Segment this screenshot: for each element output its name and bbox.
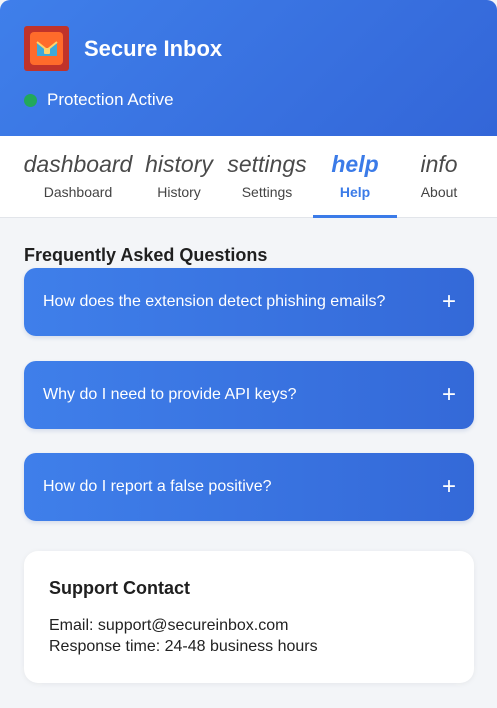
support-email: Email: support@secureinbox.com: [49, 617, 289, 634]
faq-question: How does the extension detect phishing e…: [43, 293, 386, 310]
plus-icon[interactable]: +: [442, 475, 456, 499]
tab-label: Help: [339, 184, 371, 200]
faq-question: How do I report a false positive?: [43, 478, 272, 495]
tab-settings[interactable]: settings Settings: [224, 136, 310, 218]
tab-dashboard[interactable]: dashboard Dashboard: [20, 136, 136, 218]
tab-help[interactable]: help Help: [313, 136, 397, 218]
history-icon: history: [145, 151, 213, 177]
info-icon: info: [420, 151, 458, 177]
faq-heading: Frequently Asked Questions: [24, 245, 268, 265]
help-icon: help: [331, 151, 379, 177]
support-response-time: Response time: 24-48 business hours: [49, 638, 318, 655]
dashboard-icon: dashboard: [23, 151, 133, 177]
settings-icon: settings: [227, 151, 307, 177]
tab-label: History: [157, 184, 201, 200]
tab-label: Dashboard: [43, 184, 113, 200]
tab-bar: dashboard Dashboard history History sett…: [0, 136, 497, 218]
tab-label: Settings: [241, 184, 293, 200]
app-header: Secure Inbox Protection Active: [0, 0, 497, 136]
status-text: Protection Active: [47, 90, 174, 109]
support-title: Support Contact: [49, 578, 190, 598]
faq-item[interactable]: Why do I need to provide API keys? +: [24, 361, 474, 429]
plus-icon[interactable]: +: [442, 383, 456, 407]
faq-item[interactable]: How do I report a false positive? +: [24, 453, 474, 521]
app-title: Secure Inbox: [84, 36, 223, 61]
support-contact-card: Support Contact Email: support@secureinb…: [24, 551, 474, 683]
tab-about[interactable]: info About: [404, 136, 474, 218]
plus-icon[interactable]: +: [442, 290, 456, 314]
faq-question: Why do I need to provide API keys?: [43, 386, 297, 403]
envelope-shield-icon: [30, 32, 63, 65]
status-indicator-dot: [24, 93, 37, 107]
protection-status: Protection Active: [24, 90, 174, 110]
tab-label: About: [420, 184, 458, 200]
tab-history[interactable]: history History: [140, 136, 218, 218]
app-logo: [24, 26, 69, 71]
faq-item[interactable]: How does the extension detect phishing e…: [24, 268, 474, 336]
